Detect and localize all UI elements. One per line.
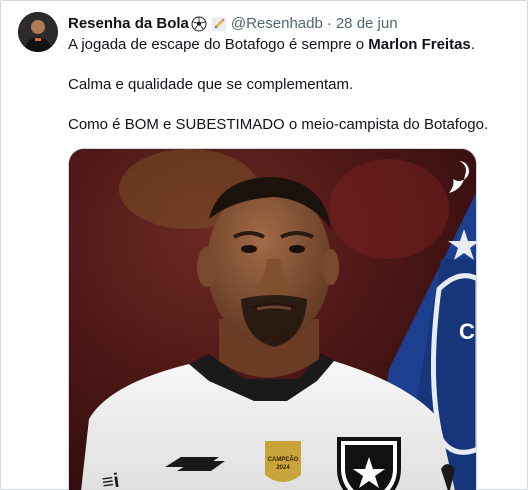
tweet-header: Resenha da Bola @Resenhadb · 28 de jun	[68, 14, 398, 34]
patch-text-2: 2024	[276, 465, 290, 471]
tweet-line-1-text: A jogada de escape do Botafogo é sempre …	[68, 36, 369, 53]
tweet-line-1: A jogada de escape do Botafogo é sempre …	[68, 35, 513, 55]
tweet-line-1-bold: Marlon Freitas	[368, 36, 471, 53]
author-handle[interactable]: @Resenhadb	[231, 14, 323, 34]
tweet-card[interactable]: Resenha da Bola @Resenhadb · 28 de jun A…	[0, 0, 528, 490]
svg-text:C: C	[459, 319, 475, 344]
tweet-line-3: Como é BOM e SUBESTIMADO o meio-campista…	[68, 116, 489, 133]
patch-text-1: CAMPEÃO	[268, 456, 299, 463]
avatar-image	[18, 12, 58, 52]
pencil-icon	[211, 17, 226, 31]
soccer-ball-icon	[191, 16, 207, 32]
svg-text:≡i: ≡i	[101, 470, 121, 490]
tweet-date[interactable]: 28 de jun	[336, 14, 398, 34]
player-photo: C CAMPEÃO 2024 ≡i	[69, 149, 476, 490]
author-name[interactable]: Resenha da Bola	[68, 14, 189, 34]
header-separator: ·	[326, 15, 332, 32]
tweet-line-2: Calma e qualidade que se complementam.	[68, 76, 354, 93]
tweet-text: A jogada de escape do Botafogo é sempre …	[68, 35, 513, 135]
avatar[interactable]	[18, 12, 58, 52]
tweet-line-1-suffix: .	[470, 36, 475, 53]
tweet-media-image[interactable]: C CAMPEÃO 2024 ≡i	[68, 148, 477, 490]
